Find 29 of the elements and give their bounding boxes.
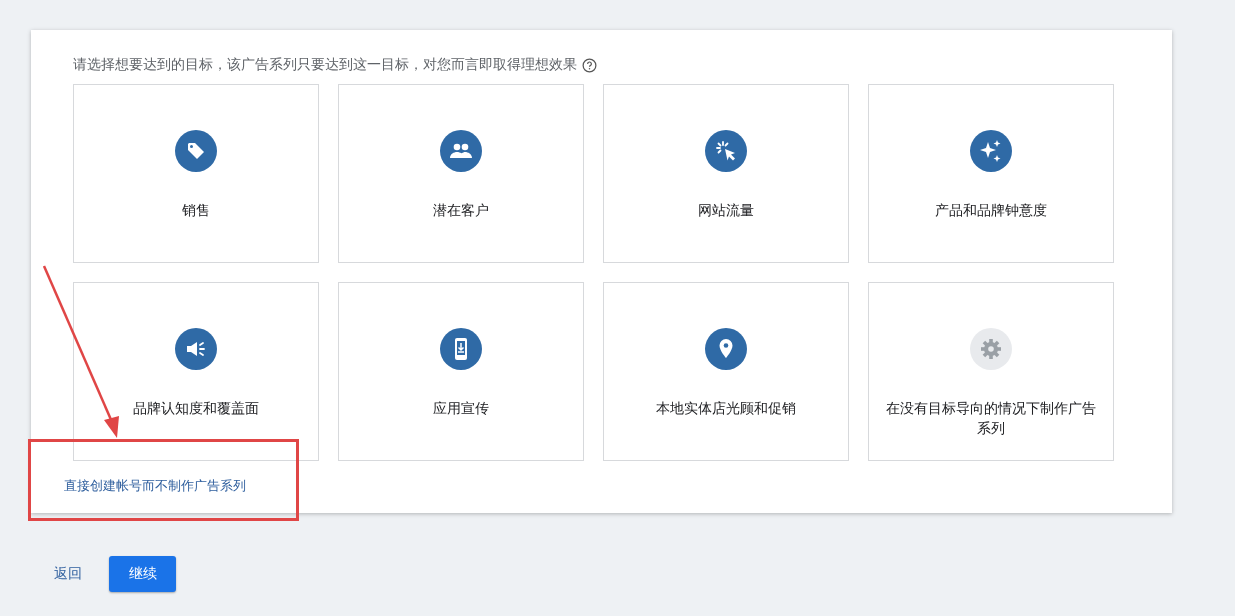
help-icon[interactable] [582,57,597,73]
goal-tile[interactable]: 网站流量 [603,84,849,263]
goal-tile[interactable]: 产品和品牌钟意度 [868,84,1114,263]
location-pin-icon [705,328,747,370]
back-button[interactable]: 返回 [45,557,91,591]
goal-label: 应用宣传 [432,399,490,418]
goal-label: 网站流量 [697,201,755,220]
goal-tile[interactable]: 本地实体店光顾和促销 [603,282,849,461]
cursor-click-icon [705,130,747,172]
tag-icon [175,130,217,172]
continue-button[interactable]: 继续 [109,556,176,592]
gear-icon [970,328,1012,370]
goal-tile[interactable]: 应用宣传 [338,282,584,461]
skip-campaign-link[interactable]: 直接创建帐号而不制作广告系列 [64,477,246,495]
goal-tile[interactable]: 销售 [73,84,319,263]
sparkle-icon [970,130,1012,172]
goal-label: 品牌认知度和覆盖面 [132,399,260,418]
goal-label: 在没有目标导向的情况下制作广告系列 [885,399,1097,438]
goal-tile[interactable]: 品牌认知度和覆盖面 [73,282,319,461]
prompt-text: 请选择想要达到的目标，该广告系列只要达到这一目标，对您而言即取得理想效果 [73,56,577,74]
goal-tile[interactable]: 潜在客户 [338,84,584,263]
goal-label: 本地实体店光顾和促销 [655,399,797,418]
megaphone-icon [175,328,217,370]
goal-label: 潜在客户 [432,201,490,220]
phone-download-icon [440,328,482,370]
goal-label: 销售 [181,201,211,220]
goal-tile[interactable]: 在没有目标导向的情况下制作广告系列 [868,282,1114,461]
goal-label: 产品和品牌钟意度 [934,201,1048,220]
people-icon [440,130,482,172]
